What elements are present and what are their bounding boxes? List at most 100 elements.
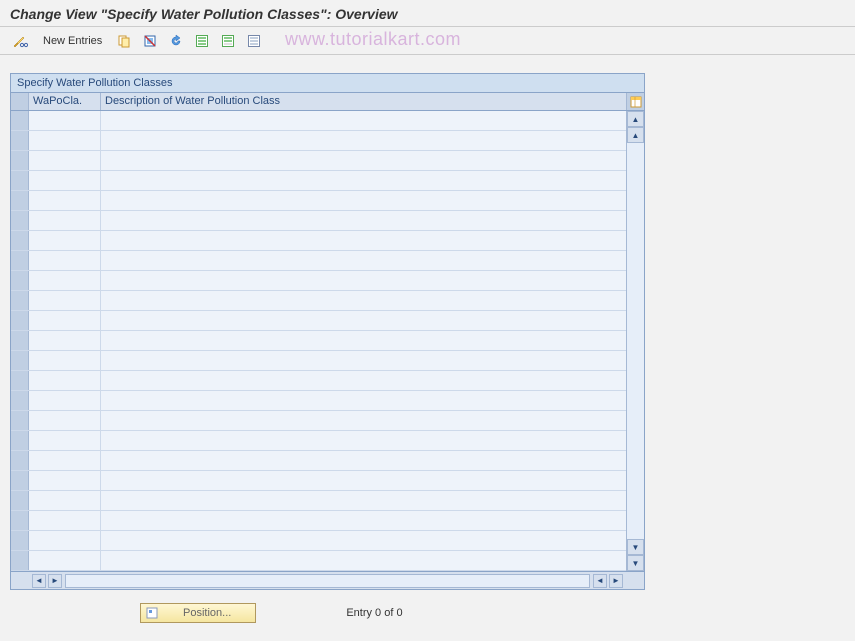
- row-selector[interactable]: [11, 551, 29, 570]
- cell-description[interactable]: [101, 531, 626, 550]
- cell-wapocla[interactable]: [29, 311, 101, 330]
- toolbar: New Entries: [0, 27, 855, 55]
- cell-description[interactable]: [101, 211, 626, 230]
- column-header-description[interactable]: Description of Water Pollution Class: [101, 93, 626, 110]
- vertical-scrollbar[interactable]: ▲ ▲ ▼ ▼: [626, 111, 644, 571]
- cell-description[interactable]: [101, 471, 626, 490]
- cell-description[interactable]: [101, 331, 626, 350]
- cell-wapocla[interactable]: [29, 331, 101, 350]
- scroll-down-button[interactable]: ▼: [627, 555, 644, 571]
- select-all-rows-corner[interactable]: [11, 93, 29, 110]
- scroll-left-button[interactable]: ◄: [32, 574, 46, 588]
- scroll-up-button-2[interactable]: ▲: [627, 127, 644, 143]
- cell-description[interactable]: [101, 311, 626, 330]
- row-selector[interactable]: [11, 151, 29, 170]
- scroll-right-fast-button[interactable]: ◄: [593, 574, 607, 588]
- cell-description[interactable]: [101, 411, 626, 430]
- cell-description[interactable]: [101, 151, 626, 170]
- scroll-left-fast-button[interactable]: ►: [48, 574, 62, 588]
- cell-wapocla[interactable]: [29, 431, 101, 450]
- cell-description[interactable]: [101, 291, 626, 310]
- row-selector[interactable]: [11, 511, 29, 530]
- row-selector[interactable]: [11, 111, 29, 130]
- toggle-display-change-button[interactable]: [8, 31, 32, 51]
- cell-description[interactable]: [101, 131, 626, 150]
- row-selector[interactable]: [11, 431, 29, 450]
- deselect-all-button[interactable]: [243, 31, 265, 51]
- row-selector[interactable]: [11, 291, 29, 310]
- cell-wapocla[interactable]: [29, 191, 101, 210]
- cell-wapocla[interactable]: [29, 531, 101, 550]
- cell-description[interactable]: [101, 111, 626, 130]
- cell-description[interactable]: [101, 251, 626, 270]
- row-selector[interactable]: [11, 391, 29, 410]
- row-selector[interactable]: [11, 451, 29, 470]
- row-selector[interactable]: [11, 271, 29, 290]
- delete-button[interactable]: [139, 31, 161, 51]
- position-button[interactable]: Position...: [140, 603, 256, 623]
- cell-wapocla[interactable]: [29, 211, 101, 230]
- panel-title: Specify Water Pollution Classes: [11, 74, 644, 93]
- select-all-button[interactable]: [191, 31, 213, 51]
- column-header-wapocla[interactable]: WaPoCla.: [29, 93, 101, 110]
- cell-description[interactable]: [101, 431, 626, 450]
- new-entries-button[interactable]: New Entries: [36, 31, 109, 51]
- cell-description[interactable]: [101, 371, 626, 390]
- cell-wapocla[interactable]: [29, 351, 101, 370]
- cell-description[interactable]: [101, 171, 626, 190]
- row-selector[interactable]: [11, 491, 29, 510]
- cell-wapocla[interactable]: [29, 411, 101, 430]
- cell-wapocla[interactable]: [29, 291, 101, 310]
- table-settings-button[interactable]: [626, 93, 644, 110]
- row-selector[interactable]: [11, 251, 29, 270]
- cell-wapocla[interactable]: [29, 271, 101, 290]
- hscroll-track[interactable]: [65, 574, 590, 588]
- row-selector[interactable]: [11, 531, 29, 550]
- row-selector[interactable]: [11, 211, 29, 230]
- cell-wapocla[interactable]: [29, 171, 101, 190]
- copy-as-button[interactable]: [113, 31, 135, 51]
- row-selector[interactable]: [11, 131, 29, 150]
- row-selector[interactable]: [11, 371, 29, 390]
- cell-description[interactable]: [101, 491, 626, 510]
- cell-wapocla[interactable]: [29, 511, 101, 530]
- cell-wapocla[interactable]: [29, 451, 101, 470]
- cell-wapocla[interactable]: [29, 471, 101, 490]
- row-selector[interactable]: [11, 411, 29, 430]
- cell-wapocla[interactable]: [29, 391, 101, 410]
- cell-wapocla[interactable]: [29, 111, 101, 130]
- row-selector[interactable]: [11, 351, 29, 370]
- scroll-down-button-2[interactable]: ▼: [627, 539, 644, 555]
- cell-wapocla[interactable]: [29, 151, 101, 170]
- cell-description[interactable]: [101, 511, 626, 530]
- cell-wapocla[interactable]: [29, 231, 101, 250]
- row-selector[interactable]: [11, 331, 29, 350]
- scroll-track[interactable]: [627, 143, 644, 539]
- cell-wapocla[interactable]: [29, 491, 101, 510]
- row-selector[interactable]: [11, 191, 29, 210]
- table-row: [11, 471, 626, 491]
- row-selector[interactable]: [11, 231, 29, 250]
- undo-icon: [169, 34, 183, 48]
- cell-description[interactable]: [101, 191, 626, 210]
- cell-wapocla[interactable]: [29, 251, 101, 270]
- row-selector[interactable]: [11, 471, 29, 490]
- cell-description[interactable]: [101, 451, 626, 470]
- cell-wapocla[interactable]: [29, 371, 101, 390]
- scroll-right-button[interactable]: ►: [609, 574, 623, 588]
- horizontal-scrollbar[interactable]: ◄ ► ◄ ►: [29, 574, 626, 588]
- scroll-up-button[interactable]: ▲: [627, 111, 644, 127]
- copy-icon: [117, 34, 131, 48]
- cell-description[interactable]: [101, 351, 626, 370]
- data-grid: WaPoCla. Description of Water Pollution …: [11, 93, 644, 589]
- select-block-button[interactable]: [217, 31, 239, 51]
- cell-description[interactable]: [101, 391, 626, 410]
- cell-description[interactable]: [101, 551, 626, 570]
- cell-wapocla[interactable]: [29, 131, 101, 150]
- cell-description[interactable]: [101, 231, 626, 250]
- cell-description[interactable]: [101, 271, 626, 290]
- row-selector[interactable]: [11, 171, 29, 190]
- row-selector[interactable]: [11, 311, 29, 330]
- cell-wapocla[interactable]: [29, 551, 101, 570]
- undo-change-button[interactable]: [165, 31, 187, 51]
